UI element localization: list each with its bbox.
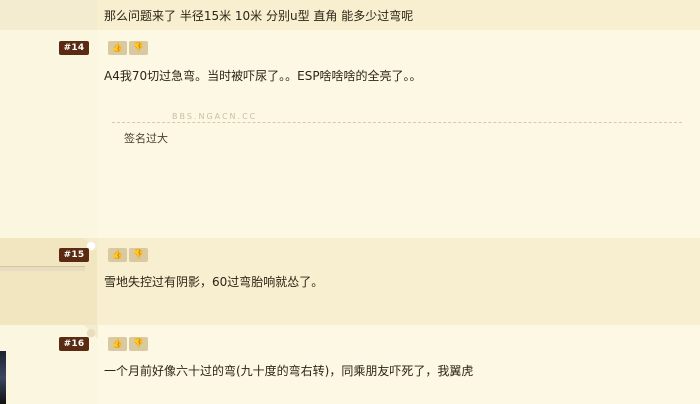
post-15-content: 雪地失控过有阴影，60过弯胎响就怂了。	[104, 275, 324, 289]
post-14-content: A4我70切过急弯。当时被吓尿了。。ESP啥啥啥的全亮了。。	[104, 69, 422, 83]
thumbs-up-icon[interactable]: 👍	[108, 248, 127, 262]
signature-watermark: BBS.NGACN.CC	[172, 112, 258, 121]
floor-badge-14[interactable]: #14	[59, 41, 89, 55]
avatar-edge	[0, 351, 6, 404]
signature-divider	[112, 122, 682, 123]
thumbs-up-icon[interactable]: 👍	[108, 337, 127, 351]
top-left-column	[0, 0, 97, 30]
thumbs-down-icon[interactable]: 👎	[129, 248, 148, 262]
thumbs-up-icon[interactable]: 👍	[108, 41, 127, 55]
floor-badge-16[interactable]: #16	[59, 337, 89, 351]
quoted-text: 那么问题来了 半径15米 10米 分别u型 直角 能多少过弯呢	[104, 9, 414, 23]
floor-badge-15[interactable]: #15	[59, 248, 89, 262]
post-16-content: 一个月前好像六十过的弯(九十度的弯右转)，同乘朋友吓死了，我翼虎	[104, 364, 474, 378]
signature-text: 签名过大	[124, 132, 168, 145]
post-14-body	[97, 30, 700, 238]
vote-buttons-15: 👍 👎	[108, 248, 149, 262]
left-progress-bar	[0, 266, 85, 271]
post-14-left	[0, 30, 97, 238]
vote-buttons-16: 👍 👎	[108, 337, 149, 351]
vote-buttons-14: 👍 👎	[108, 41, 149, 55]
thumbs-down-icon[interactable]: 👎	[129, 41, 148, 55]
thumbs-down-icon[interactable]: 👎	[129, 337, 148, 351]
